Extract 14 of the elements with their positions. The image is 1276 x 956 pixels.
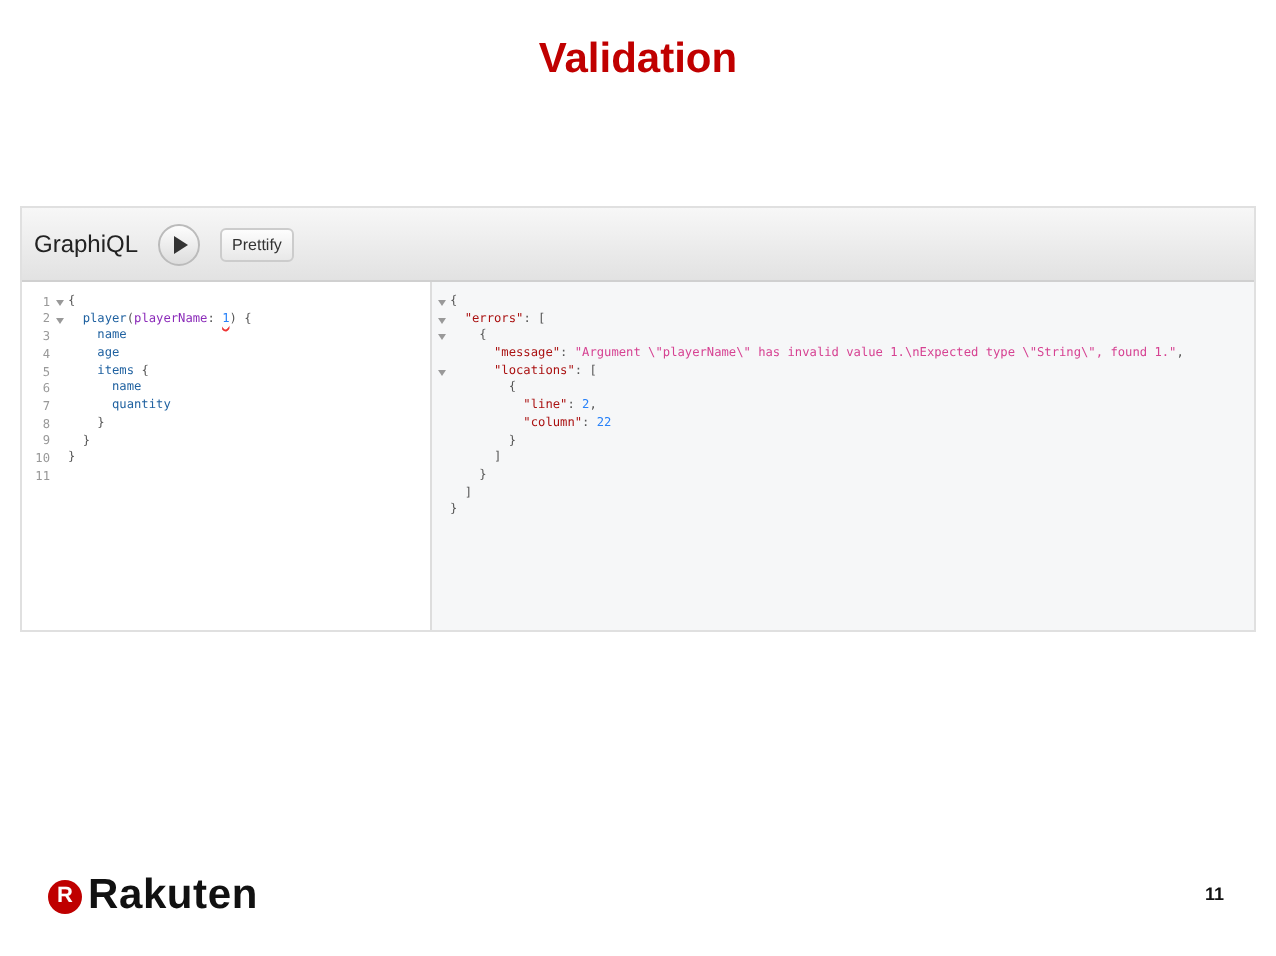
fold-icon[interactable] xyxy=(55,317,63,324)
fold-icon[interactable] xyxy=(437,299,445,306)
brand-logo-mark: R xyxy=(48,879,82,913)
slide-title: Validation xyxy=(538,36,738,84)
fold-icon[interactable] xyxy=(55,299,63,306)
app-logo: GraphiQL xyxy=(34,228,139,262)
fold-icon[interactable] xyxy=(437,369,445,376)
prettify-button[interactable]: Prettify xyxy=(220,227,294,261)
run-button[interactable] xyxy=(158,223,201,265)
brand-name: Rakuten xyxy=(88,872,258,920)
play-icon xyxy=(171,235,188,253)
fold-icon[interactable] xyxy=(437,317,445,324)
fold-icon[interactable] xyxy=(437,334,445,341)
page-number: 11 xyxy=(1204,882,1224,909)
